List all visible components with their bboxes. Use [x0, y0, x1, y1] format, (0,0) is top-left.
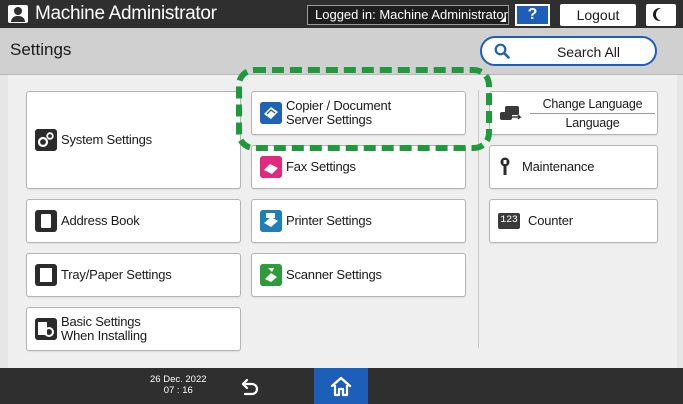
- counter-label: Counter: [528, 213, 573, 228]
- language-labels: Change Language Language: [528, 95, 657, 132]
- page-title: Settings: [10, 40, 72, 59]
- scanner-label: Scanner Settings: [286, 267, 382, 282]
- bottom-bar: 26 Dec. 2022 07 : 16: [0, 368, 683, 404]
- maintenance-label: Maintenance: [522, 159, 595, 174]
- help-button[interactable]: ?: [515, 4, 550, 26]
- user-icon: [8, 5, 28, 23]
- login-status[interactable]: Logged in: Machine Administrator: [307, 5, 509, 25]
- basic-settings-when-installing-button[interactable]: Basic Settings When Installing: [26, 307, 241, 351]
- search-all-button[interactable]: Search All: [480, 36, 657, 66]
- search-all-label: Search All: [556, 44, 621, 60]
- counter-button[interactable]: 123 Counter: [489, 199, 658, 243]
- top-status-bar: Machine Administrator Logged in: Machine…: [0, 0, 683, 28]
- user-indicator: Machine Administrator: [8, 3, 217, 25]
- counter-icon: 123: [498, 213, 520, 229]
- basic-settings-icon: [35, 318, 57, 340]
- basic-settings-label: Basic Settings When Installing: [61, 315, 147, 343]
- maintenance-button[interactable]: Maintenance: [489, 145, 658, 189]
- tray-paper-label: Tray/Paper Settings: [61, 267, 172, 282]
- energy-saver-moon-icon[interactable]: [646, 4, 676, 26]
- change-language-label: Change Language: [542, 96, 643, 111]
- tray-paper-settings-button[interactable]: Tray/Paper Settings: [26, 253, 241, 297]
- highlight-frame: [236, 67, 492, 151]
- logout-button[interactable]: Logout: [560, 4, 636, 26]
- home-button[interactable]: [314, 368, 368, 404]
- back-arrow-icon[interactable]: [240, 376, 260, 396]
- date-time: 26 Dec. 2022 07 : 16: [150, 374, 207, 396]
- date-text: 26 Dec. 2022: [150, 374, 207, 385]
- change-language-icon: [500, 106, 522, 120]
- wrench-icon: [500, 157, 510, 175]
- printer-label: Printer Settings: [286, 213, 372, 228]
- home-icon: [330, 376, 352, 397]
- tray-paper-icon: [35, 264, 57, 286]
- language-label: Language: [565, 115, 620, 130]
- address-book-label: Address Book: [61, 213, 140, 228]
- fax-settings-button[interactable]: Fax Settings: [251, 145, 466, 189]
- system-settings-button[interactable]: System Settings: [26, 91, 241, 189]
- time-text: 07 : 16: [163, 385, 193, 396]
- address-book-button[interactable]: Address Book: [26, 199, 241, 243]
- address-book-icon: [35, 210, 57, 232]
- fax-label: Fax Settings: [286, 159, 356, 174]
- basic-settings-line-2: When Installing: [61, 328, 147, 343]
- fax-icon: [260, 156, 282, 178]
- gear-icon: [35, 129, 57, 151]
- system-settings-label: System Settings: [61, 132, 152, 147]
- user-name: Machine Administrator: [35, 3, 217, 24]
- scanner-settings-button[interactable]: Scanner Settings: [251, 253, 466, 297]
- printer-settings-button[interactable]: Printer Settings: [251, 199, 466, 243]
- change-language-button[interactable]: Change Language Language: [489, 91, 658, 135]
- printer-icon: [260, 210, 282, 232]
- scanner-icon: [260, 264, 282, 286]
- basic-settings-line-1: Basic Settings: [61, 314, 141, 329]
